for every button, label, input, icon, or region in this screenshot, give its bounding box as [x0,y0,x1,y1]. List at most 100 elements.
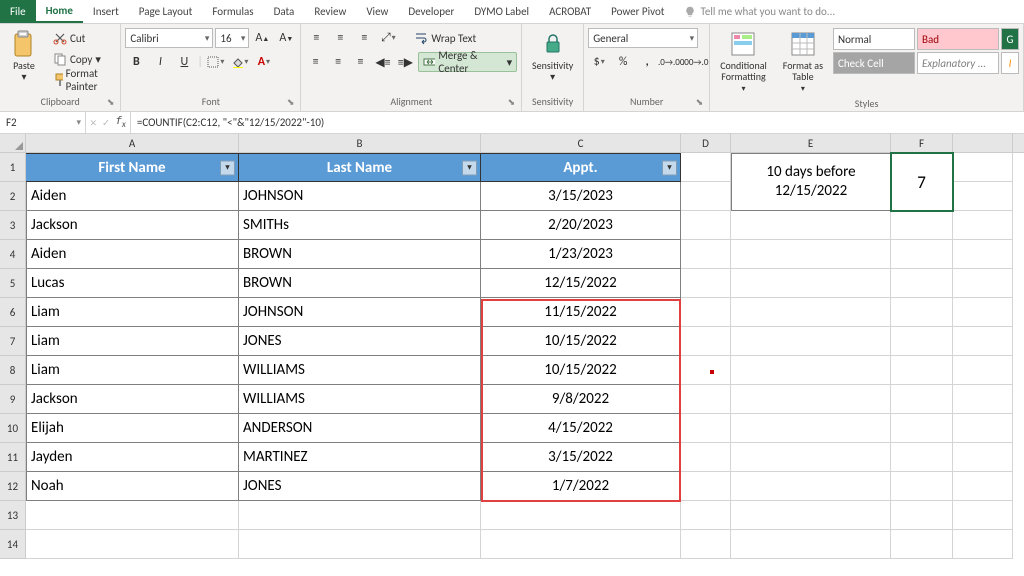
cell[interactable]: 1/7/2022 [481,472,681,501]
cell[interactable] [953,182,1013,211]
row-header[interactable]: 11 [0,443,26,472]
tab-review[interactable]: Review [304,0,356,23]
cell[interactable] [481,501,681,530]
copy-button[interactable]: Copy ▾ [48,49,116,69]
cell[interactable] [731,356,891,385]
cell[interactable]: JONES [239,327,481,356]
cell[interactable] [26,530,239,559]
cell[interactable] [891,472,953,501]
cell[interactable] [891,501,953,530]
font-launcher[interactable]: ⬊ [287,97,295,108]
cell[interactable] [891,443,953,472]
row-header[interactable]: 14 [0,530,26,559]
name-box[interactable]: F2 [0,112,86,133]
percent-button[interactable]: % [612,52,634,72]
currency-button[interactable]: $ [588,52,610,72]
row-header[interactable]: 13 [0,501,26,530]
row-header[interactable]: 2 [0,182,26,211]
cell[interactable] [953,240,1013,269]
decrease-decimal-button[interactable]: .00→.0 [684,52,706,72]
row-header[interactable]: 7 [0,327,26,356]
cell[interactable]: 3/15/2023 [481,182,681,211]
row-header[interactable]: 4 [0,240,26,269]
table-header-appt[interactable]: Appt.▾ [481,153,681,182]
style-good[interactable]: G [1001,28,1019,50]
col-header-c[interactable]: C [481,134,681,152]
style-check-cell[interactable]: Check Cell [833,52,915,74]
col-header-a[interactable]: A [26,134,239,152]
italic-button[interactable]: I [149,52,171,72]
cell[interactable] [481,530,681,559]
cell[interactable]: 12/15/2022 [481,269,681,298]
cell[interactable]: Liam [26,298,239,327]
cell[interactable] [731,298,891,327]
cell[interactable] [681,327,731,356]
cell[interactable] [731,501,891,530]
cell[interactable] [681,472,731,501]
align-left-icon[interactable]: ≡ [305,52,325,72]
formula-input[interactable]: =COUNTIF(C2:C12, "<"&"12/15/2022"-10) [131,112,1024,133]
cell[interactable]: Elijah [26,414,239,443]
row-header[interactable]: 10 [0,414,26,443]
row-header[interactable]: 12 [0,472,26,501]
number-launcher[interactable]: ⬊ [696,97,704,108]
cell[interactable] [953,211,1013,240]
align-bottom-icon[interactable]: ≡ [353,28,375,48]
filter-icon[interactable]: ▾ [220,160,235,175]
cell[interactable] [953,153,1013,182]
cell[interactable] [681,385,731,414]
align-center-icon[interactable]: ≡ [328,52,348,72]
cell[interactable] [953,443,1013,472]
tab-powerpivot[interactable]: Power Pivot [601,0,674,23]
cell[interactable] [731,530,891,559]
cell[interactable] [731,414,891,443]
style-input[interactable]: I [1001,52,1019,74]
cell[interactable]: BROWN [239,240,481,269]
cell[interactable]: BROWN [239,269,481,298]
cell[interactable] [953,269,1013,298]
number-format-combo[interactable]: General [588,28,698,48]
decrease-indent-icon[interactable]: ◀≡ [373,52,393,72]
select-all-corner[interactable] [0,134,26,152]
cell[interactable] [681,182,731,211]
font-color-button[interactable]: A [253,52,275,72]
tab-dymo[interactable]: DYMO Label [464,0,539,23]
cell[interactable]: 2/20/2023 [481,211,681,240]
cell[interactable] [891,240,953,269]
cell[interactable] [953,356,1013,385]
cell[interactable]: 4/15/2022 [481,414,681,443]
cell[interactable]: Lucas [26,269,239,298]
row-header[interactable]: 6 [0,298,26,327]
decrease-font-icon[interactable]: A▼ [275,28,297,48]
cell[interactable] [731,472,891,501]
spreadsheet-grid[interactable]: A B C D E F 1First Name▾Last Name▾Appt.▾… [0,134,1024,559]
align-middle-icon[interactable]: ≡ [329,28,351,48]
cell[interactable] [891,298,953,327]
tell-me[interactable]: Tell me what you want to do... [674,0,845,23]
col-header-d[interactable]: D [681,134,731,152]
cell[interactable] [731,211,891,240]
row-header[interactable]: 8 [0,356,26,385]
clipboard-launcher[interactable]: ⬊ [107,97,115,108]
cell[interactable] [891,211,953,240]
merge-center-button[interactable]: Merge & Center ▾ [418,52,518,72]
enter-formula-icon[interactable]: ✓ [103,116,110,129]
style-explanatory[interactable]: Explanatory ... [917,52,999,74]
cell[interactable] [891,530,953,559]
cell[interactable] [953,298,1013,327]
cell[interactable]: ANDERSON [239,414,481,443]
cell[interactable]: JOHNSON [239,182,481,211]
tab-developer[interactable]: Developer [398,0,464,23]
cell[interactable] [953,472,1013,501]
fill-color-button[interactable] [229,52,251,72]
table-header-firstname[interactable]: First Name▾ [26,153,239,182]
cell[interactable]: 10/15/2022 [481,356,681,385]
cell[interactable] [681,269,731,298]
cell[interactable]: Aiden [26,240,239,269]
cell[interactable]: Noah [26,472,239,501]
filter-icon[interactable]: ▾ [662,160,677,175]
tab-home[interactable]: Home [36,0,83,23]
insert-function-icon[interactable]: fx [115,114,126,130]
cell[interactable] [681,240,731,269]
col-header-g[interactable] [953,134,1013,152]
